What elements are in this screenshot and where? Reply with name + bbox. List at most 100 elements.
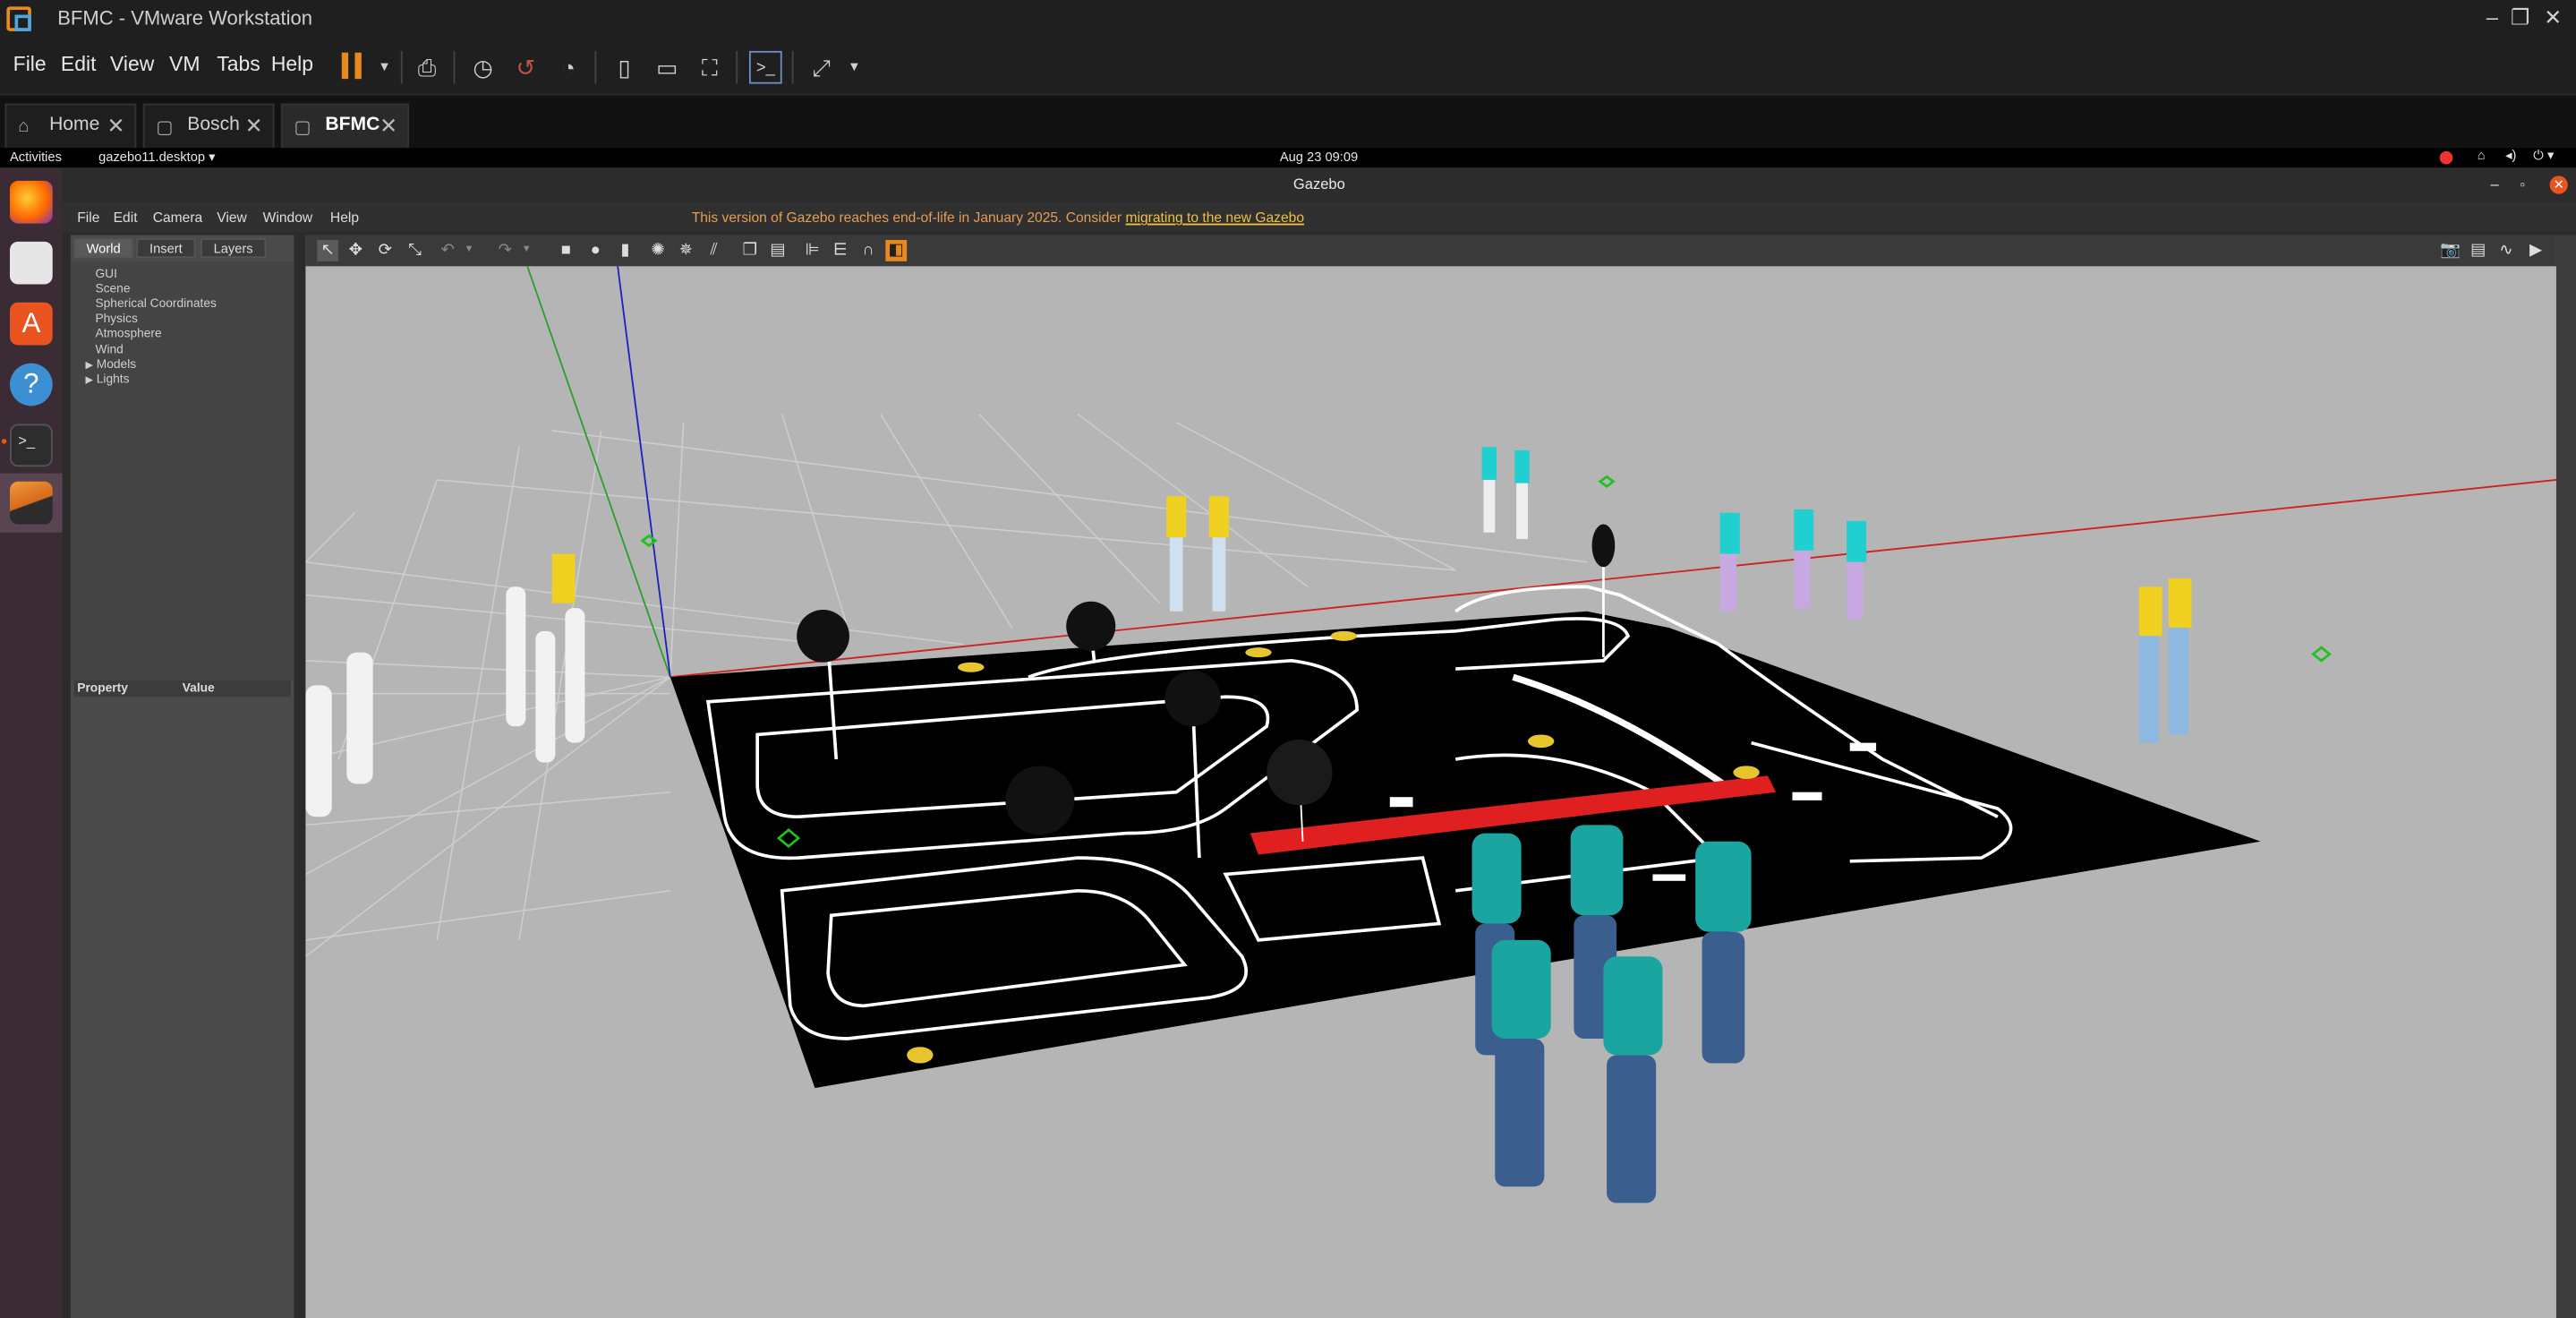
send-ctrl-alt-del-icon[interactable]: ⎙ xyxy=(411,51,444,84)
tree-item-lights[interactable]: ▶ Lights xyxy=(85,372,129,387)
migration-link[interactable]: migrating to the new Gazebo xyxy=(1126,209,1304,225)
viewport-side-handle[interactable] xyxy=(2555,235,2576,1318)
change-view-icon[interactable]: ◧ xyxy=(885,239,908,261)
menu-view[interactable]: View xyxy=(110,53,154,76)
menu-camera[interactable]: Camera xyxy=(153,209,202,225)
spot-light-icon[interactable]: ✵ xyxy=(675,240,696,261)
point-light-icon[interactable]: ✺ xyxy=(647,240,669,261)
log-icon[interactable]: ▤ xyxy=(2468,240,2489,261)
simulation-scene[interactable] xyxy=(305,266,2556,1318)
property-table: Property Value xyxy=(70,680,294,1318)
property-header: Property Value xyxy=(73,680,291,698)
expand-arrow-icon[interactable]: ▶ xyxy=(85,376,92,386)
snapshot-icon[interactable]: ◷ xyxy=(466,51,499,84)
z-axis-line xyxy=(617,266,671,678)
tree-item-physics[interactable]: Physics xyxy=(95,311,137,326)
close-tab-icon[interactable]: ✕ xyxy=(107,114,124,140)
snapshot-manager-icon[interactable]: ◔ xyxy=(552,51,585,84)
restore-icon[interactable]: ❐ xyxy=(2502,5,2538,31)
revert-snapshot-icon[interactable]: ↺ xyxy=(509,51,542,84)
copy-icon[interactable]: ❐ xyxy=(739,240,761,261)
box-shape-icon[interactable]: ■ xyxy=(555,240,576,261)
help-icon[interactable]: ? xyxy=(10,363,53,407)
menu-file[interactable]: File xyxy=(77,209,99,225)
select-mode-icon[interactable]: ↖ xyxy=(317,239,339,261)
sphere-shape-icon[interactable]: ● xyxy=(584,240,606,261)
library-icon[interactable]: ▯ xyxy=(608,51,641,84)
app-center-icon[interactable]: A xyxy=(10,302,53,346)
cylinder-shape-icon[interactable]: ▮ xyxy=(614,240,635,261)
pedestrians-teal-foreground[interactable] xyxy=(1471,825,1752,1203)
power-icon[interactable]: ⏻ ▾ xyxy=(2533,148,2554,164)
rotate-mode-icon[interactable]: ⟳ xyxy=(374,240,396,261)
gazebo-title: Gazebo xyxy=(1292,175,1345,193)
redo-dropdown-icon[interactable]: ▼ xyxy=(516,240,537,261)
app-menu[interactable]: gazebo11.desktop ▾ xyxy=(98,150,215,165)
expand-arrow-icon[interactable]: ▶ xyxy=(85,362,92,372)
traffic-sign-5[interactable] xyxy=(1005,766,1075,835)
undo-dropdown-icon[interactable]: ▼ xyxy=(458,240,480,261)
menu-window[interactable]: Window xyxy=(263,209,312,225)
clock[interactable]: Aug 23 09:09 xyxy=(1280,150,1358,165)
pedestrians-cyan[interactable] xyxy=(1481,447,1867,620)
menu-edit[interactable]: Edit xyxy=(114,209,138,225)
minimize-icon[interactable]: – xyxy=(2491,167,2499,202)
pause-dropdown-icon[interactable]: ▼ xyxy=(368,51,401,84)
tree-item-models[interactable]: ▶ Models xyxy=(85,356,136,372)
gazebo-title-bar: Gazebo – ▫ ✕ xyxy=(62,167,2576,202)
align-icon[interactable]: ⊫ xyxy=(802,240,823,261)
firefox-icon[interactable] xyxy=(10,180,53,224)
plot-icon[interactable]: ∿ xyxy=(2495,240,2517,261)
menu-view[interactable]: View xyxy=(217,209,247,225)
pedestrians-white[interactable] xyxy=(305,586,585,817)
tree-item-wind[interactable]: Wind xyxy=(95,342,123,357)
tree-item-atmosphere[interactable]: Atmosphere xyxy=(95,325,161,340)
thumbnail-bar-icon[interactable]: ▭ xyxy=(651,51,684,84)
close-tab-icon[interactable]: ✕ xyxy=(245,114,263,140)
screenshot-icon[interactable]: 📷 xyxy=(2440,240,2461,261)
tab-bosch[interactable]: ▢ Bosch ✕ xyxy=(142,103,275,149)
restore-icon[interactable]: ▫ xyxy=(2521,167,2525,202)
tab-label: Bosch xyxy=(187,115,240,135)
menu-tabs[interactable]: Tabs xyxy=(217,53,260,76)
magnet-icon[interactable]: ∩ xyxy=(857,240,879,261)
close-tab-icon[interactable]: ✕ xyxy=(380,114,397,140)
full-screen-icon[interactable]: ⛶ xyxy=(694,51,727,84)
network-icon[interactable]: ⌂ xyxy=(2478,148,2486,163)
tab-insert[interactable]: Insert xyxy=(136,238,196,259)
video-record-icon[interactable]: ▶ xyxy=(2525,240,2546,261)
undo-icon[interactable]: ↶ xyxy=(437,240,458,261)
tab-world[interactable]: World xyxy=(73,238,133,259)
menu-help[interactable]: Help xyxy=(330,209,359,225)
files-icon[interactable] xyxy=(10,241,53,285)
activities-button[interactable]: Activities xyxy=(10,150,62,165)
redo-icon[interactable]: ↷ xyxy=(494,240,516,261)
paste-icon[interactable]: ▤ xyxy=(767,240,789,261)
directional-light-icon[interactable]: ⫽ xyxy=(704,240,725,261)
tab-home[interactable]: ⌂ Home ✕ xyxy=(4,103,137,149)
tree-item-spherical-coordinates[interactable]: Spherical Coordinates xyxy=(95,295,216,311)
terminal-icon[interactable]: >_ xyxy=(10,424,53,467)
snap-icon[interactable]: ⋿ xyxy=(830,240,851,261)
3d-viewport[interactable]: ↖ ✥ ⟳ ⤡ ↶ ▼ ↷ ▼ ■ ● ▮ ✺ ✵ ⫽ ❐ ▤ ⊫ ⋿ ∩ ◧ xyxy=(305,235,2556,1318)
menu-vm[interactable]: VM xyxy=(169,53,200,76)
stretch-guest-icon[interactable]: ⤢ xyxy=(805,51,838,84)
tree-item-scene[interactable]: Scene xyxy=(95,281,130,296)
volume-icon[interactable]: ◂) xyxy=(2505,148,2516,163)
pause-button[interactable] xyxy=(335,51,368,84)
console-view-icon[interactable]: >_ xyxy=(748,50,782,84)
tab-bfmc[interactable]: ▢ BFMC ✕ xyxy=(280,103,410,149)
menu-file[interactable]: File xyxy=(13,53,47,76)
ubuntu-top-bar: Activities gazebo11.desktop ▾ Aug 23 09:… xyxy=(0,148,2576,168)
close-icon[interactable]: ✕ xyxy=(2535,5,2571,31)
stretch-dropdown-icon[interactable]: ▼ xyxy=(838,51,871,84)
translate-mode-icon[interactable]: ✥ xyxy=(345,240,366,261)
gazebo-icon[interactable] xyxy=(10,481,53,525)
tab-layers[interactable]: Layers xyxy=(200,238,267,259)
close-icon[interactable]: ✕ xyxy=(2549,175,2568,194)
viewport-toolbar: ↖ ✥ ⟳ ⤡ ↶ ▼ ↷ ▼ ■ ● ▮ ✺ ✵ ⫽ ❐ ▤ ⊫ ⋿ ∩ ◧ xyxy=(305,235,2556,267)
menu-edit[interactable]: Edit xyxy=(61,53,97,76)
menu-help[interactable]: Help xyxy=(271,53,313,76)
tree-item-gui[interactable]: GUI xyxy=(95,266,116,281)
scale-mode-icon[interactable]: ⤡ xyxy=(405,240,426,261)
